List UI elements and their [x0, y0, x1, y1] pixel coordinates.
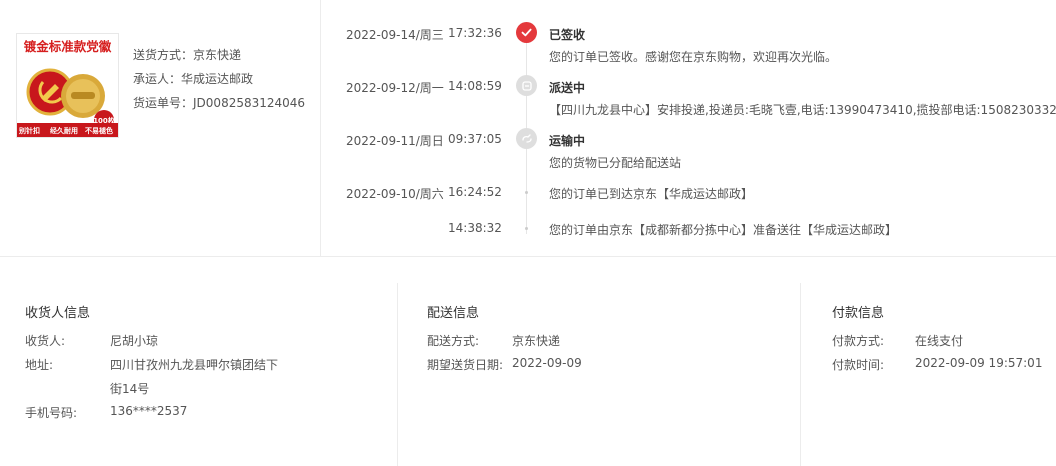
receiver-info: 收货人信息 收货人: 尼胡小琼 地址: 四川甘孜州九龙县呷尔镇团结下 街14号 … [0, 283, 398, 466]
delivery-info: 配送信息 配送方式: 京东快递 期望送货日期: 2022-09-09 [399, 283, 801, 466]
product-feature-1: 别针扣 [18, 126, 40, 135]
timeline-time: 09:37:05 [448, 132, 502, 146]
timeline-desc: 您的货物已分配给配送站 [549, 156, 682, 170]
timeline-date: 2022-09-12/周一 [346, 81, 444, 95]
phone-value: 136****2537 [110, 404, 188, 418]
receiver-title: 收货人信息 [25, 306, 91, 321]
carrier-label: 承运人： [133, 72, 182, 86]
shipping-panel: 镀金标准款党徽 100枚 别针扣 经久耐用 不易褪色 送货方式：京东快递 承运人… [0, 0, 1056, 257]
timeline-desc: 您的订单已签收。感谢您在京东购物，欢迎再次光临。 [549, 50, 838, 64]
shipping-method-label: 送货方式： [133, 48, 194, 62]
timeline-desc: 您的订单由京东【成都新都分拣中心】准备送往【华成运达邮政】 [549, 223, 898, 237]
product-feature-2: 经久耐用 [50, 126, 78, 135]
timeline-time: 14:08:59 [448, 79, 502, 93]
address-line-1: 四川甘孜州九龙县呷尔镇团结下 [110, 358, 279, 372]
timeline-desc: 您的订单已到达京东【华成运达邮政】 [549, 187, 754, 201]
address-line-2: 街14号 [110, 382, 150, 396]
timeline-date: 2022-09-11/周日 [346, 134, 444, 148]
payment-time-label: 付款时间: [832, 358, 885, 372]
check-icon [516, 22, 537, 43]
tracking-row: 货运单号：JD0082583124046 [133, 94, 305, 118]
payment-method-label: 付款方式: [832, 334, 885, 348]
delivery-date-value: 2022-09-09 [512, 356, 582, 370]
timeline-time: 17:32:36 [448, 26, 502, 40]
delivery-date-label: 期望送货日期: [427, 358, 504, 372]
delivery-method-value: 京东快递 [512, 334, 561, 348]
transit-icon [516, 128, 537, 149]
receiver-name-value: 尼胡小琼 [110, 334, 159, 348]
timeline-date: 2022-09-14/周三 [346, 28, 444, 42]
order-info-section: 收货人信息 收货人: 尼胡小琼 地址: 四川甘孜州九龙县呷尔镇团结下 街14号 … [0, 283, 1056, 466]
shipping-method-value: 京东快递 [193, 48, 242, 62]
timeline-status: 运输中 [549, 134, 586, 148]
receiver-name-label: 收货人: [25, 334, 66, 348]
tracking-number[interactable]: JD0082583124046 [193, 96, 305, 110]
delivery-title: 配送信息 [427, 306, 480, 321]
timeline-dot [525, 227, 528, 230]
product-thumbnail[interactable]: 镀金标准款党徽 100枚 别针扣 经久耐用 不易褪色 [16, 33, 119, 138]
timeline-status: 已签收 [549, 28, 586, 42]
shipping-method-row: 送货方式：京东快递 [133, 46, 305, 70]
carrier-row: 承运人：华成运达邮政 [133, 70, 305, 94]
delivery-icon [516, 75, 537, 96]
shipping-meta: 送货方式：京东快递 承运人：华成运达邮政 货运单号：JD008258312404… [133, 46, 305, 118]
tracking-timeline: 2022-09-14/周三 17:32:36 已签收 您的订单已签收。感谢您在京… [322, 0, 1056, 257]
delivery-method-label: 配送方式: [427, 334, 480, 348]
package-summary: 镀金标准款党徽 100枚 别针扣 经久耐用 不易褪色 送货方式：京东快递 承运人… [0, 0, 321, 257]
timeline-status: 派送中 [549, 81, 586, 95]
timeline-date: 2022-09-10/周六 [346, 187, 444, 201]
timeline-time: 14:38:32 [448, 221, 502, 235]
timeline-desc: 【四川九龙县中心】安排投递,投递员:毛晓飞壹,电话:13990473410,揽投… [549, 103, 1056, 117]
tracking-label: 货运单号： [133, 96, 194, 110]
address-label: 地址: [25, 358, 54, 372]
payment-time-value: 2022-09-09 19:57:01 [915, 356, 1043, 370]
product-banner-text: 镀金标准款党徽 [24, 39, 112, 54]
payment-method-value: 在线支付 [915, 334, 964, 348]
timeline-time: 16:24:52 [448, 185, 502, 199]
product-feature-3: 不易褪色 [85, 126, 113, 135]
carrier-value: 华成运达邮政 [181, 72, 254, 86]
payment-title: 付款信息 [832, 306, 885, 321]
payment-info: 付款信息 付款方式: 在线支付 付款时间: 2022-09-09 19:57:0… [802, 283, 1056, 466]
party-badge-product-image: 镀金标准款党徽 100枚 别针扣 经久耐用 不易褪色 [17, 34, 118, 137]
timeline-dot [525, 191, 528, 194]
phone-label: 手机号码: [25, 406, 78, 420]
